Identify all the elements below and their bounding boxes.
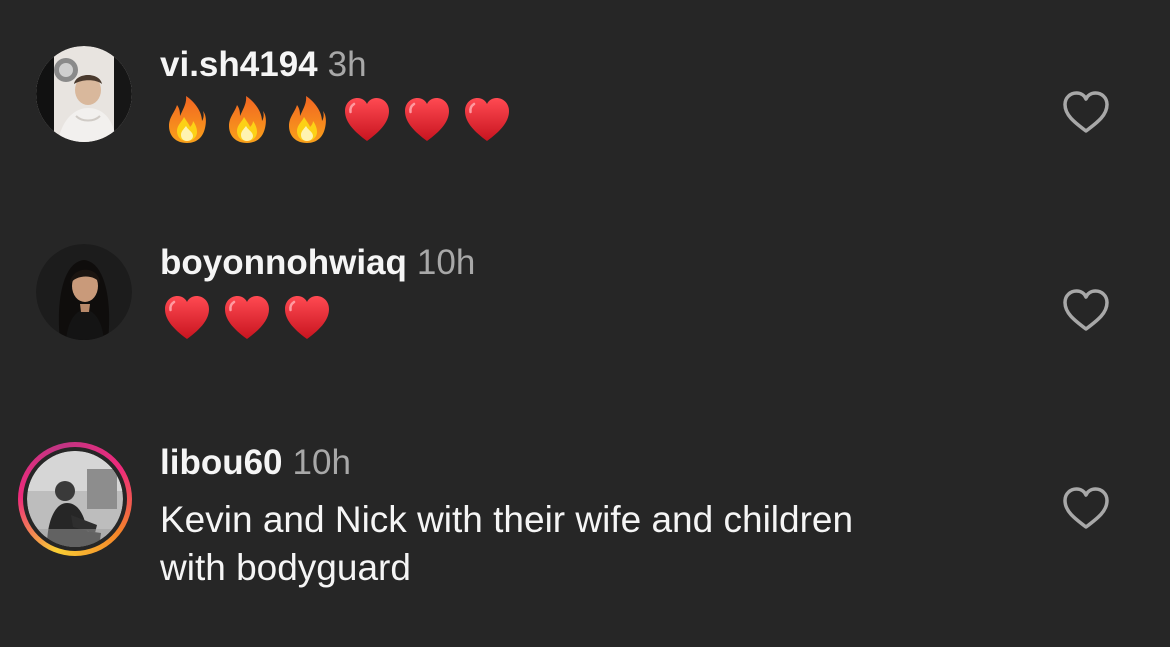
comment-meta: vi.sh4194 3h xyxy=(160,44,367,86)
comment-meta: boyonnohwiaq 10h xyxy=(160,242,475,284)
timestamp: 3h xyxy=(327,45,367,84)
comment-text-line: Kevin and Nick with their wife and child… xyxy=(160,499,854,540)
comment-text: Kevin and Nick with their wife and child… xyxy=(160,496,1040,592)
heart-emoji-icon xyxy=(462,94,512,146)
fire-emoji-icon xyxy=(222,94,272,146)
avatar xyxy=(27,451,123,547)
avatar-image xyxy=(36,244,132,340)
username[interactable]: vi.sh4194 xyxy=(160,45,318,84)
avatar[interactable] xyxy=(36,46,132,142)
timestamp: 10h xyxy=(416,243,476,282)
username[interactable]: libou60 xyxy=(160,443,283,482)
avatar-image xyxy=(36,46,132,142)
fire-emoji-icon xyxy=(162,94,212,146)
heart-emoji-icon xyxy=(162,292,212,344)
comments-screen: { "comments": [ { "username": "vi.sh4194… xyxy=(0,0,1170,647)
like-heart-icon[interactable] xyxy=(1060,88,1112,136)
heart-emoji-icon xyxy=(222,292,272,344)
username[interactable]: boyonnohwiaq xyxy=(160,243,407,282)
comment-text-line: with bodyguard xyxy=(160,547,411,588)
like-heart-icon[interactable] xyxy=(1060,484,1112,532)
timestamp: 10h xyxy=(292,443,351,482)
fire-emoji-icon xyxy=(282,94,332,146)
avatar-image xyxy=(27,451,123,547)
comment-text xyxy=(162,94,512,146)
comment-text xyxy=(162,292,332,344)
heart-emoji-icon xyxy=(282,292,332,344)
comment-meta: libou60 10h xyxy=(160,442,351,484)
story-ring[interactable] xyxy=(18,442,132,556)
avatar[interactable] xyxy=(36,244,132,340)
like-heart-icon[interactable] xyxy=(1060,286,1112,334)
heart-emoji-icon xyxy=(342,94,392,146)
heart-emoji-icon xyxy=(402,94,452,146)
